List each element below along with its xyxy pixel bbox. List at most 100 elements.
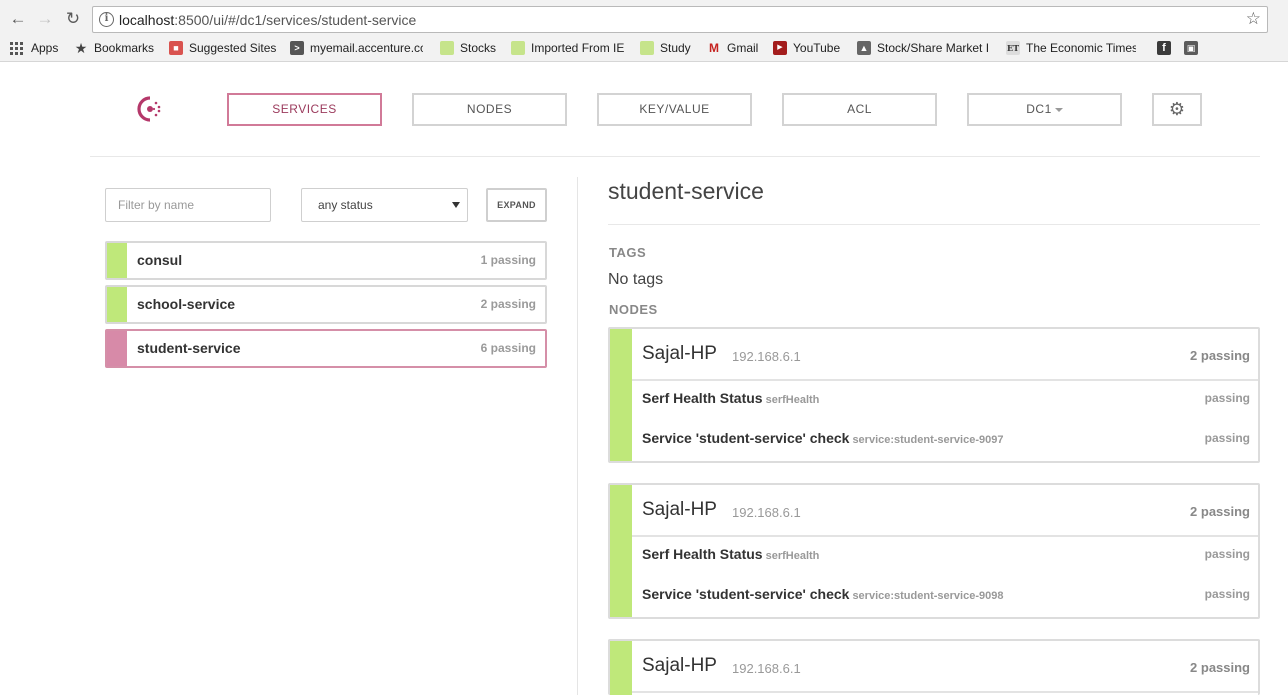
- status-bar: [610, 641, 632, 695]
- settings-button[interactable]: ⚙: [1152, 93, 1202, 126]
- health-check-row: Service 'student-service' check service:s…: [642, 430, 1250, 450]
- node-card[interactable]: Sajal-HP 192.168.6.1 2 passing: [608, 639, 1260, 695]
- nav-keyvalue-button[interactable]: KEY/VALUE: [597, 93, 752, 126]
- service-detail-title: student-service: [608, 178, 764, 204]
- detail-divider: [608, 224, 1260, 225]
- bookmark-study[interactable]: Study: [640, 40, 691, 56]
- bookmark-label: Bookmarks: [94, 41, 155, 55]
- nav-services-button[interactable]: SERVICES: [227, 93, 382, 126]
- node-name: Sajal-HP: [642, 499, 717, 520]
- bookmark-suggested-sites[interactable]: ■ Suggested Sites: [169, 40, 276, 56]
- star-icon: ★: [74, 40, 88, 56]
- nav-nodes-button[interactable]: NODES: [412, 93, 567, 126]
- back-icon[interactable]: ←: [8, 9, 28, 29]
- expand-button[interactable]: EXPAND: [486, 188, 547, 222]
- check-status: passing: [1204, 391, 1250, 405]
- status-select-value: any status: [318, 198, 373, 212]
- folder-icon: [440, 41, 454, 55]
- check-status: passing: [1204, 587, 1250, 601]
- node-passing-count: 2 passing: [1190, 348, 1250, 363]
- service-name: consul: [137, 252, 183, 268]
- dropdown-arrow-icon: [452, 202, 460, 208]
- node-name: Sajal-HP: [642, 655, 717, 676]
- bookmark-stock-share-market[interactable]: ▲ Stock/Share Market I: [857, 40, 989, 56]
- suggested-sites-icon: ■: [169, 41, 183, 55]
- url-host: localhost: [119, 12, 175, 28]
- gear-icon: ⚙: [1168, 99, 1186, 119]
- bookmark-label: YouTube: [793, 41, 841, 55]
- accenture-icon: >: [290, 41, 304, 55]
- bookmarks-bar: Apps ★ Bookmarks ■ Suggested Sites > mye…: [0, 37, 1288, 59]
- url-path: :8500/ui/#/dc1/services/student-service: [174, 12, 417, 28]
- service-passing-count: 1 passing: [480, 253, 536, 267]
- caret-down-icon: [1054, 107, 1063, 112]
- bookmark-label: Study: [660, 41, 691, 55]
- node-card-header: Sajal-HP 192.168.6.1 2 passing: [632, 329, 1258, 381]
- check-status: passing: [1204, 547, 1250, 561]
- status-bar: [107, 331, 127, 366]
- nodes-heading: NODES: [609, 302, 658, 317]
- bookmark-gmail[interactable]: M Gmail: [707, 40, 758, 56]
- bookmark-youtube[interactable]: ▶ YouTube: [773, 40, 840, 56]
- filter-by-name-input[interactable]: [105, 188, 271, 222]
- bookmark-apps[interactable]: Apps: [10, 40, 58, 56]
- bookmark-label: Suggested Sites: [189, 41, 277, 55]
- bookmark-stocks[interactable]: Stocks: [440, 40, 496, 56]
- bookmark-label: Apps: [31, 41, 59, 55]
- check-name: Serf Health Status: [642, 390, 763, 406]
- bookmark-facebook[interactable]: f: [1157, 40, 1177, 56]
- service-item-consul[interactable]: consul 1 passing: [105, 241, 547, 280]
- stock-icon: ▲: [857, 41, 871, 55]
- node-card[interactable]: Sajal-HP 192.168.6.1 2 passing Serf Heal…: [608, 327, 1260, 463]
- address-bar[interactable]: i localhost:8500/ui/#/dc1/services/stude…: [92, 6, 1268, 33]
- apps-grid-icon: [10, 41, 23, 55]
- browser-chrome: ← → ↻ i localhost:8500/ui/#/dc1/services…: [0, 0, 1288, 62]
- health-check-row: Serf Health Status serfHealth passing: [642, 546, 1250, 566]
- node-card-header: Sajal-HP 192.168.6.1 2 passing: [632, 641, 1258, 693]
- bookmark-star-icon[interactable]: ☆: [1246, 9, 1261, 29]
- service-item-student-service[interactable]: student-service 6 passing: [105, 329, 547, 368]
- bookmark-image[interactable]: ▣: [1184, 40, 1204, 56]
- check-id: serfHealth: [765, 394, 820, 406]
- status-bar: [107, 243, 127, 278]
- node-ip: 192.168.6.1: [732, 505, 801, 520]
- check-name: Service 'student-service' check: [642, 586, 850, 602]
- node-ip: 192.168.6.1: [732, 661, 801, 676]
- check-name: Service 'student-service' check: [642, 430, 850, 446]
- bookmark-label: Imported From IE: [531, 41, 625, 55]
- bookmark-label: Stocks: [460, 41, 497, 55]
- facebook-icon: f: [1157, 41, 1171, 55]
- nav-acl-button[interactable]: ACL: [782, 93, 937, 126]
- datacenter-dropdown[interactable]: DC1: [967, 93, 1122, 126]
- forward-icon[interactable]: →: [35, 9, 55, 29]
- status-bar: [107, 287, 127, 322]
- header-divider: [90, 156, 1260, 157]
- status-bar: [610, 485, 632, 617]
- node-card[interactable]: Sajal-HP 192.168.6.1 2 passing Serf Heal…: [608, 483, 1260, 619]
- tags-heading: TAGS: [609, 245, 647, 260]
- check-id: service:student-service-9098: [852, 590, 1004, 602]
- check-name: Serf Health Status: [642, 546, 763, 562]
- bookmark-myemail[interactable]: > myemail.accenture.cc: [290, 40, 423, 56]
- reload-icon[interactable]: ↻: [63, 9, 83, 29]
- service-passing-count: 6 passing: [480, 341, 536, 355]
- service-item-school-service[interactable]: school-service 2 passing: [105, 285, 547, 324]
- service-name: school-service: [137, 296, 236, 312]
- status-bar: [610, 329, 632, 461]
- tags-value: No tags: [608, 271, 664, 288]
- bookmark-label: Gmail: [727, 41, 759, 55]
- consul-logo-icon[interactable]: [137, 96, 163, 122]
- gmail-icon: M: [709, 41, 719, 55]
- folder-icon: [640, 41, 654, 55]
- site-info-icon[interactable]: i: [99, 12, 114, 27]
- url-text[interactable]: localhost:8500/ui/#/dc1/services/student…: [119, 12, 416, 28]
- status-select[interactable]: any status: [301, 188, 468, 222]
- bookmark-bookmarks[interactable]: ★ Bookmarks: [74, 40, 154, 56]
- bookmark-label: myemail.accenture.cc: [310, 41, 423, 55]
- node-passing-count: 2 passing: [1190, 660, 1250, 675]
- service-name: student-service: [137, 340, 241, 356]
- check-id: service:student-service-9097: [852, 434, 1004, 446]
- bookmark-imported-from-ie[interactable]: Imported From IE: [511, 40, 624, 56]
- youtube-icon: ▶: [773, 41, 787, 55]
- bookmark-economic-times[interactable]: ET The Economic Times: [1006, 40, 1136, 56]
